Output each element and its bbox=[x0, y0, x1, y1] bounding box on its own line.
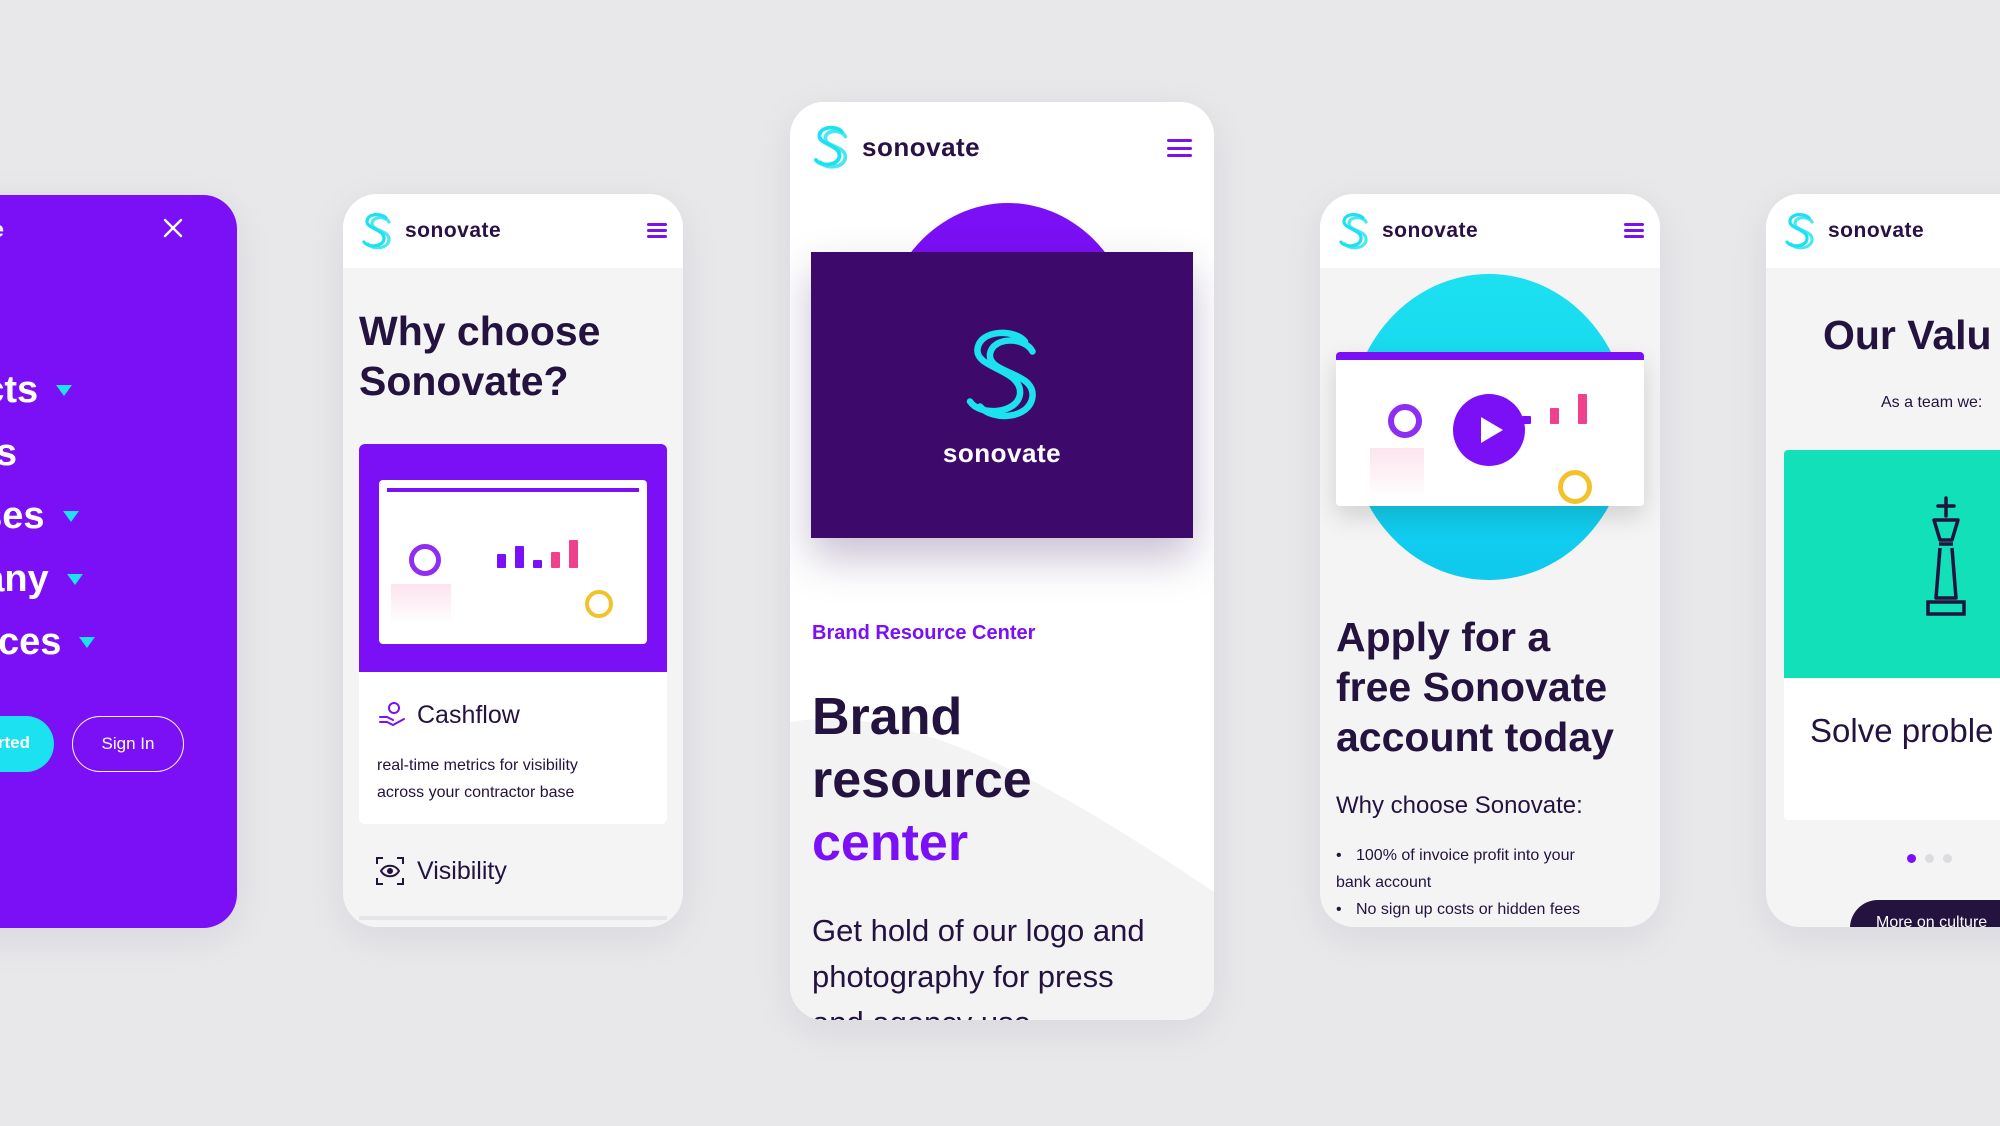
eye-scan-icon bbox=[376, 857, 404, 885]
logo-wordmark: sonovate bbox=[862, 131, 981, 162]
benefit-list: • 100% of invoice profit into your bank a… bbox=[1336, 842, 1580, 923]
hamburger-menu-icon[interactable] bbox=[647, 223, 667, 238]
header: sonovate bbox=[343, 194, 683, 268]
feature-description: real-time metrics for visibility across … bbox=[377, 757, 578, 801]
menu-item-benefits[interactable]: fits bbox=[0, 432, 17, 475]
dashboard-preview-image bbox=[359, 444, 667, 672]
caret-down-icon bbox=[56, 385, 73, 396]
body-text: Get hold of our logo and photography for… bbox=[812, 913, 1145, 1020]
value-card[interactable]: Solve proble bbox=[1784, 450, 2000, 820]
divider bbox=[359, 916, 667, 920]
sign-in-button[interactable]: Sign In bbox=[72, 716, 184, 772]
feature-title-visibility: Visibility bbox=[375, 856, 507, 886]
brand-logo-card: sonovate bbox=[811, 252, 1193, 538]
subheading: As a team we: bbox=[1881, 394, 1983, 411]
culture-cta-button[interactable]: More on culture bbox=[1850, 900, 2000, 927]
menu-item-resources[interactable]: urces bbox=[0, 621, 96, 664]
sonovate-logo-icon bbox=[814, 125, 848, 169]
donut-chart bbox=[1388, 404, 1422, 438]
carousel-dot[interactable] bbox=[1925, 854, 1934, 863]
feature-title: Cashflow bbox=[377, 700, 520, 730]
hamburger-menu-icon[interactable] bbox=[1624, 223, 1644, 238]
list-item: • 100% of invoice profit into your bbox=[1336, 847, 1575, 864]
sonovate-logo-icon bbox=[362, 213, 391, 250]
logo[interactable]: sonovate bbox=[1336, 211, 1478, 251]
get-started-button[interactable]: rted bbox=[0, 716, 54, 772]
menu-item-use-cases[interactable]: ases bbox=[0, 495, 79, 538]
chess-king-icon bbox=[1926, 496, 1966, 616]
feature-card: Cashflow real-time metrics for visibilit… bbox=[359, 444, 667, 824]
values-screen: sonovate Our Valu As a team we: Solve pr… bbox=[1766, 194, 2000, 927]
play-icon bbox=[1481, 417, 1503, 443]
menu-item-products[interactable]: ucts bbox=[0, 369, 73, 412]
value-card-title: Solve proble bbox=[1810, 712, 1994, 749]
sonovate-logo-icon bbox=[966, 329, 1036, 420]
carousel-dot-active[interactable] bbox=[1907, 854, 1916, 863]
card-wordmark: sonovate bbox=[942, 438, 1062, 468]
carousel-dot[interactable] bbox=[1943, 854, 1952, 863]
hamburger-menu-icon[interactable] bbox=[1167, 139, 1192, 157]
caret-down-icon bbox=[79, 637, 96, 648]
value-card-image bbox=[1784, 450, 2000, 678]
donut-chart bbox=[409, 544, 441, 576]
apply-screen: sonovate Apply for a free Sonovate accou… bbox=[1320, 194, 1660, 927]
list-item: • No sign up costs or hidden fees bbox=[1336, 901, 1581, 918]
brand-resource-screen: sonovate sonovate Brand Resource Center … bbox=[790, 102, 1214, 1020]
header: sonovate bbox=[1766, 194, 2000, 268]
sonovate-logo-icon bbox=[1785, 213, 1814, 250]
dashboard-video-preview bbox=[1336, 352, 1644, 506]
play-button[interactable] bbox=[1453, 394, 1525, 466]
logo[interactable]: sonovate bbox=[1782, 211, 1924, 251]
logo[interactable]: sonovate bbox=[359, 211, 501, 251]
eyebrow-label: Brand Resource Center bbox=[812, 622, 1036, 644]
logo-wordmark: sonovate bbox=[1828, 219, 1925, 242]
header: sonovate bbox=[1320, 194, 1660, 268]
page-title: Why choose Sonovate? bbox=[359, 308, 601, 404]
logo-wordmark: sonovate bbox=[405, 219, 502, 242]
header: sonovate bbox=[790, 102, 1214, 192]
page-title: Brand resource center bbox=[812, 688, 1032, 872]
close-icon[interactable] bbox=[162, 217, 184, 239]
page-title: Our Valu bbox=[1823, 312, 1992, 358]
ring-chart bbox=[1558, 470, 1592, 504]
caret-down-icon bbox=[62, 511, 79, 522]
menu-screen: vate e ucts fits ases pany urces rted Si… bbox=[0, 195, 237, 928]
hand-coin-icon bbox=[379, 702, 405, 727]
logo[interactable]: sonovate bbox=[810, 123, 980, 171]
page-title: Apply for a free Sonovate account today bbox=[1336, 614, 1614, 760]
carousel-dots bbox=[1907, 854, 1952, 863]
sonovate-logo-icon bbox=[1339, 213, 1368, 250]
logo-wordmark: sonovate bbox=[1382, 219, 1479, 242]
logo-wordmark[interactable]: vate bbox=[0, 217, 4, 243]
subheading: Why choose Sonovate: bbox=[1336, 792, 1583, 819]
ring-chart bbox=[585, 590, 613, 618]
menu-item-company[interactable]: pany bbox=[0, 558, 83, 601]
why-choose-screen: sonovate Why choose Sonovate? Cashflow r… bbox=[343, 194, 683, 927]
caret-down-icon bbox=[66, 574, 83, 585]
